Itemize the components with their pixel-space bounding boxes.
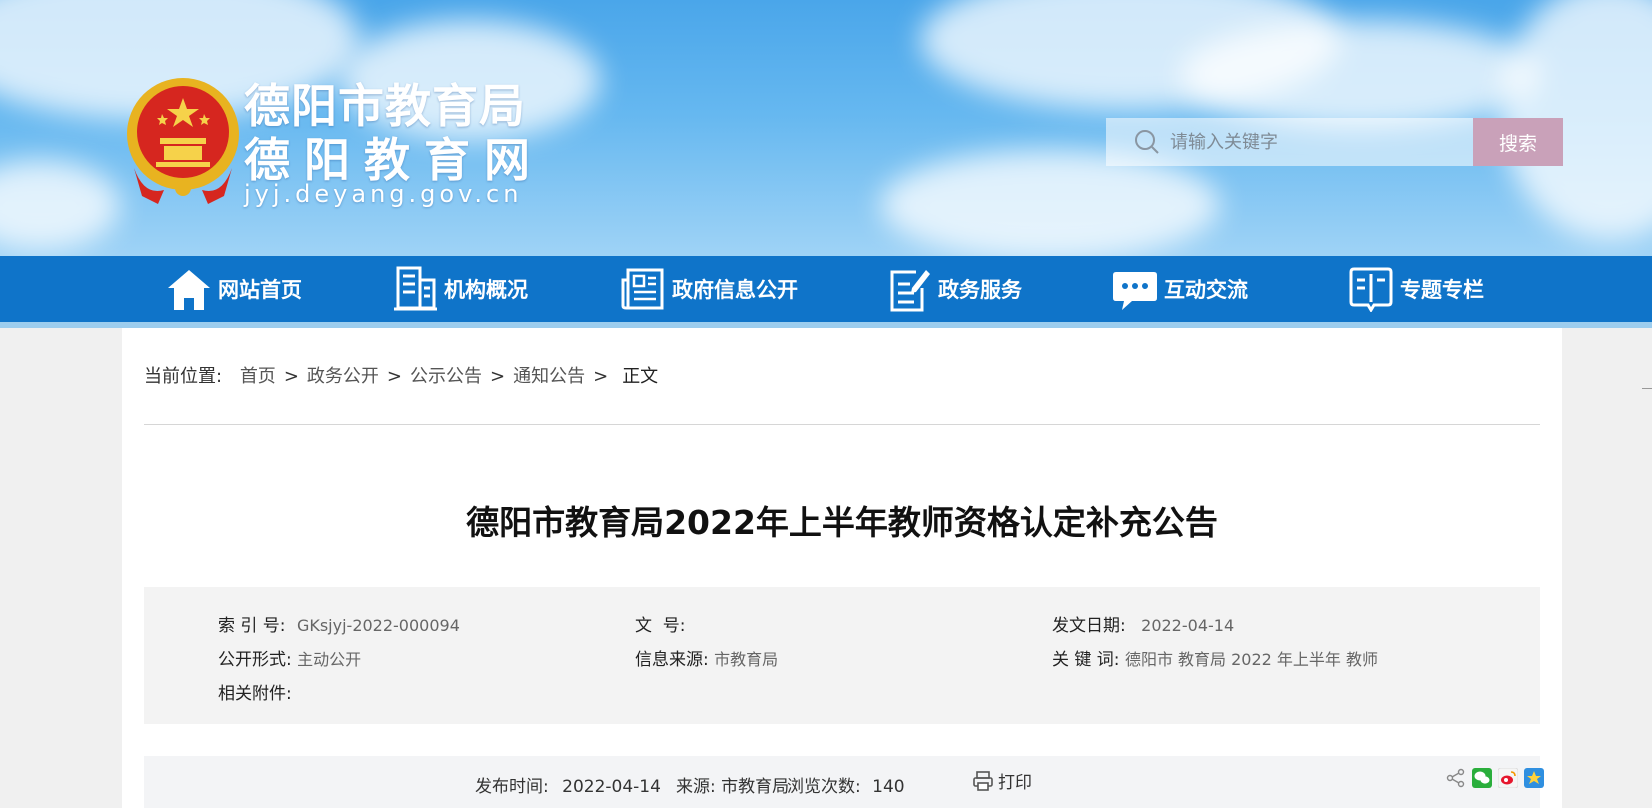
meta-source: 信息来源: 市教育局	[635, 645, 778, 670]
printer-icon	[973, 770, 993, 791]
nav-label: 互动交流	[1164, 278, 1248, 302]
breadcrumb-announcements[interactable]: 公示公告	[410, 366, 482, 387]
article-title: 德阳市教育局2022年上半年教师资格认定补充公告	[466, 503, 1218, 542]
meta-label: 公开形式:	[218, 650, 292, 670]
wechat-share-icon[interactable]	[1472, 768, 1492, 788]
article-info-bar: 发布时间: 2022-04-14 来源: 市教育局 浏览次数: 140 打印	[144, 756, 1544, 808]
national-emblem-icon	[127, 78, 239, 204]
print-button[interactable]: 打印	[972, 768, 1032, 793]
nav-item-topics[interactable]: 专题专栏	[1348, 256, 1484, 322]
meta-attachments: 相关附件:	[218, 679, 292, 704]
meta-docno: 文 号:	[635, 611, 686, 636]
breadcrumb-separator: >	[490, 366, 506, 387]
metadata-panel: 索 引 号: GKsjyj-2022-000094 文 号: 发文日期: 202…	[144, 587, 1540, 724]
home-icon	[168, 270, 210, 310]
meta-index: 索 引 号: GKsjyj-2022-000094	[218, 611, 460, 636]
cloud-decoration	[0, 160, 120, 250]
view-count-label: 浏览次数:	[787, 777, 861, 797]
meta-label: 文 号:	[635, 616, 686, 636]
share-bar	[1446, 767, 1544, 789]
meta-label: 信息来源:	[635, 650, 709, 670]
divider	[144, 424, 1540, 425]
cloud-decoration	[1180, 20, 1540, 130]
source-label: 来源:	[676, 777, 716, 797]
meta-value: 2022-04-14	[1141, 616, 1235, 635]
search-input[interactable]	[1170, 118, 1460, 166]
book-icon	[1349, 267, 1393, 312]
search-icon	[1135, 130, 1159, 154]
publish-time-value: 2022-04-14	[562, 777, 661, 797]
nav-label: 机构概况	[444, 278, 528, 302]
nav-item-home[interactable]: 网站首页	[166, 256, 302, 322]
meta-label: 关 键 词:	[1052, 650, 1120, 670]
meta-form: 公开形式: 主动公开	[218, 645, 361, 670]
publish-time: 发布时间: 2022-04-14	[475, 772, 661, 797]
meta-keywords: 关 键 词: 德阳市 教育局 2022 年上半年 教师	[1052, 645, 1378, 670]
breadcrumb-home[interactable]: 首页	[240, 366, 276, 387]
qzone-share-icon[interactable]	[1524, 768, 1544, 788]
nav-label: 政府信息公开	[672, 278, 798, 302]
search-button[interactable]: 搜索	[1473, 118, 1563, 166]
breadcrumb: 当前位置: 首页 > 政务公开 > 公示公告 > 通知公告 > 正文	[144, 362, 658, 388]
publish-time-label: 发布时间:	[475, 777, 549, 797]
breadcrumb-current: 正文	[622, 366, 659, 387]
weibo-share-icon[interactable]	[1497, 767, 1519, 789]
search-box	[1106, 118, 1473, 166]
breadcrumb-notices[interactable]: 通知公告	[513, 366, 585, 387]
meta-label: 索 引 号:	[218, 616, 286, 636]
nav-item-gov-info[interactable]: 政府信息公开	[620, 256, 798, 322]
document-edit-icon	[890, 270, 930, 312]
view-count: 浏览次数: 140	[787, 772, 905, 797]
meta-label: 发文日期:	[1052, 616, 1126, 636]
site-header: 德阳市教育局 德阳教育网 jyj.deyang.gov.cn 搜索	[0, 0, 1652, 256]
breadcrumb-separator: >	[283, 366, 299, 387]
breadcrumb-separator: >	[593, 366, 609, 387]
meta-date: 发文日期: 2022-04-14	[1052, 611, 1234, 636]
main-nav: 网站首页 机构概况 政府信息公开 政务服务 互动交流 专题专栏	[0, 256, 1652, 322]
nav-label: 政务服务	[938, 278, 1022, 302]
nav-label: 网站首页	[218, 278, 302, 302]
site-domain: jyj.deyang.gov.cn	[244, 180, 523, 208]
nav-item-interaction[interactable]: 互动交流	[1112, 256, 1248, 322]
breadcrumb-separator: >	[386, 366, 402, 387]
source-info: 来源: 市教育局	[676, 772, 789, 797]
meta-value: 市教育局	[714, 650, 779, 669]
source-value: 市教育局	[721, 777, 790, 797]
print-label: 打印	[998, 773, 1032, 793]
meta-value: 主动公开	[297, 650, 362, 669]
chat-bubble-icon	[1113, 272, 1157, 310]
meta-label: 相关附件:	[218, 684, 292, 704]
share-icon[interactable]	[1446, 768, 1466, 788]
divider	[1642, 388, 1652, 389]
building-icon	[394, 266, 437, 311]
nav-label: 专题专栏	[1400, 278, 1484, 302]
nav-item-organization[interactable]: 机构概况	[392, 256, 528, 322]
meta-value: GKsjyj-2022-000094	[296, 616, 460, 635]
view-count-value: 140	[872, 777, 905, 797]
breadcrumb-prefix: 当前位置:	[144, 366, 223, 387]
nav-item-services[interactable]: 政务服务	[886, 256, 1022, 322]
newspaper-icon	[621, 268, 664, 310]
breadcrumb-gov-affairs[interactable]: 政务公开	[307, 366, 379, 387]
meta-value: 德阳市 教育局 2022 年上半年 教师	[1124, 650, 1379, 669]
article-card: 当前位置: 首页 > 政务公开 > 公示公告 > 通知公告 > 正文 德阳市教育局2022年上半…	[122, 328, 1562, 808]
